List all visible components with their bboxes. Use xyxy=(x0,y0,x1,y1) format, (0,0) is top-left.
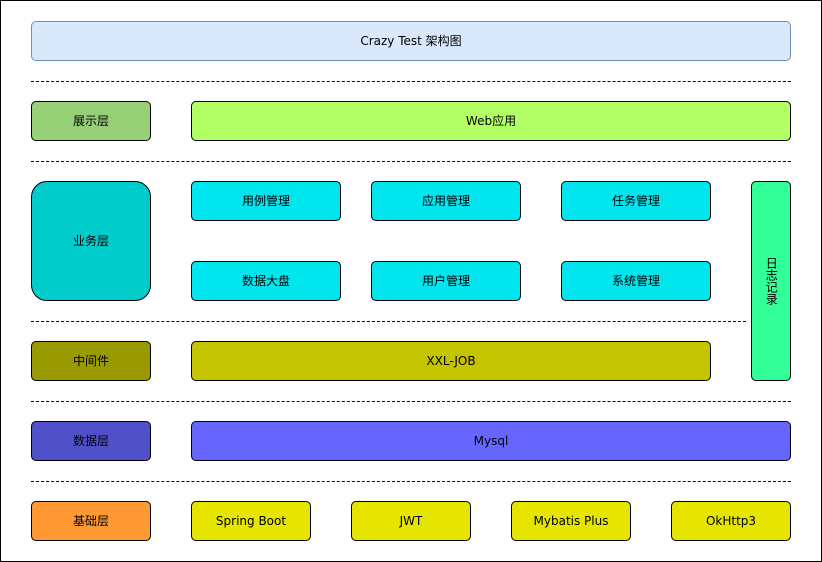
layer-separator xyxy=(31,321,746,322)
layer-separator xyxy=(31,161,791,162)
jwt-box: JWT xyxy=(351,501,471,541)
web-app-box: Web应用 xyxy=(191,101,791,141)
spring-boot-box: Spring Boot xyxy=(191,501,311,541)
mybatis-plus-box: Mybatis Plus xyxy=(511,501,631,541)
mysql-label: Mysql xyxy=(473,433,509,448)
task-management-box: 任务管理 xyxy=(561,181,711,221)
mysql-box: Mysql xyxy=(191,421,791,461)
business-layer-text: 业务层 xyxy=(72,233,109,248)
app-management-box: 应用管理 xyxy=(371,181,521,221)
case-management-label: 用例管理 xyxy=(241,193,290,208)
task-management-label: 任务管理 xyxy=(611,193,660,208)
business-layer-label: 业务层 xyxy=(31,181,151,301)
user-management-box: 用户管理 xyxy=(371,261,521,301)
foundation-layer-text: 基础层 xyxy=(72,513,109,528)
app-management-label: 应用管理 xyxy=(421,193,470,208)
case-management-box: 用例管理 xyxy=(191,181,341,221)
layer-separator xyxy=(31,401,791,402)
diagram-title-text: Crazy Test 架构图 xyxy=(360,33,462,48)
okhttp3-box: OkHttp3 xyxy=(671,501,791,541)
xxl-job-label: XXL-JOB xyxy=(426,353,476,368)
layer-separator xyxy=(31,481,791,482)
system-management-label: 系统管理 xyxy=(611,273,660,288)
spring-boot-label: Spring Boot xyxy=(215,513,287,528)
presentation-layer-text: 展示层 xyxy=(72,113,109,128)
data-layer-text: 数据层 xyxy=(72,433,109,448)
jwt-label: JWT xyxy=(399,513,423,528)
log-label: 日志记录 xyxy=(764,257,779,305)
middleware-layer-label: 中间件 xyxy=(31,341,151,381)
middleware-layer-text: 中间件 xyxy=(72,353,109,368)
user-management-label: 用户管理 xyxy=(421,273,470,288)
data-dashboard-box: 数据大盘 xyxy=(191,261,341,301)
foundation-layer-label: 基础层 xyxy=(31,501,151,541)
data-dashboard-label: 数据大盘 xyxy=(241,273,290,288)
architecture-diagram: Crazy Test 架构图 展示层 Web应用 业务层 用例管理 应用管理 任… xyxy=(0,0,822,562)
data-layer-label: 数据层 xyxy=(31,421,151,461)
xxl-job-box: XXL-JOB xyxy=(191,341,711,381)
diagram-title: Crazy Test 架构图 xyxy=(31,21,791,61)
okhttp3-label: OkHttp3 xyxy=(705,513,757,528)
log-box: 日志记录 xyxy=(751,181,791,381)
mybatis-plus-label: Mybatis Plus xyxy=(533,513,609,528)
system-management-box: 系统管理 xyxy=(561,261,711,301)
web-app-label: Web应用 xyxy=(465,113,517,128)
layer-separator xyxy=(31,81,791,82)
presentation-layer-label: 展示层 xyxy=(31,101,151,141)
